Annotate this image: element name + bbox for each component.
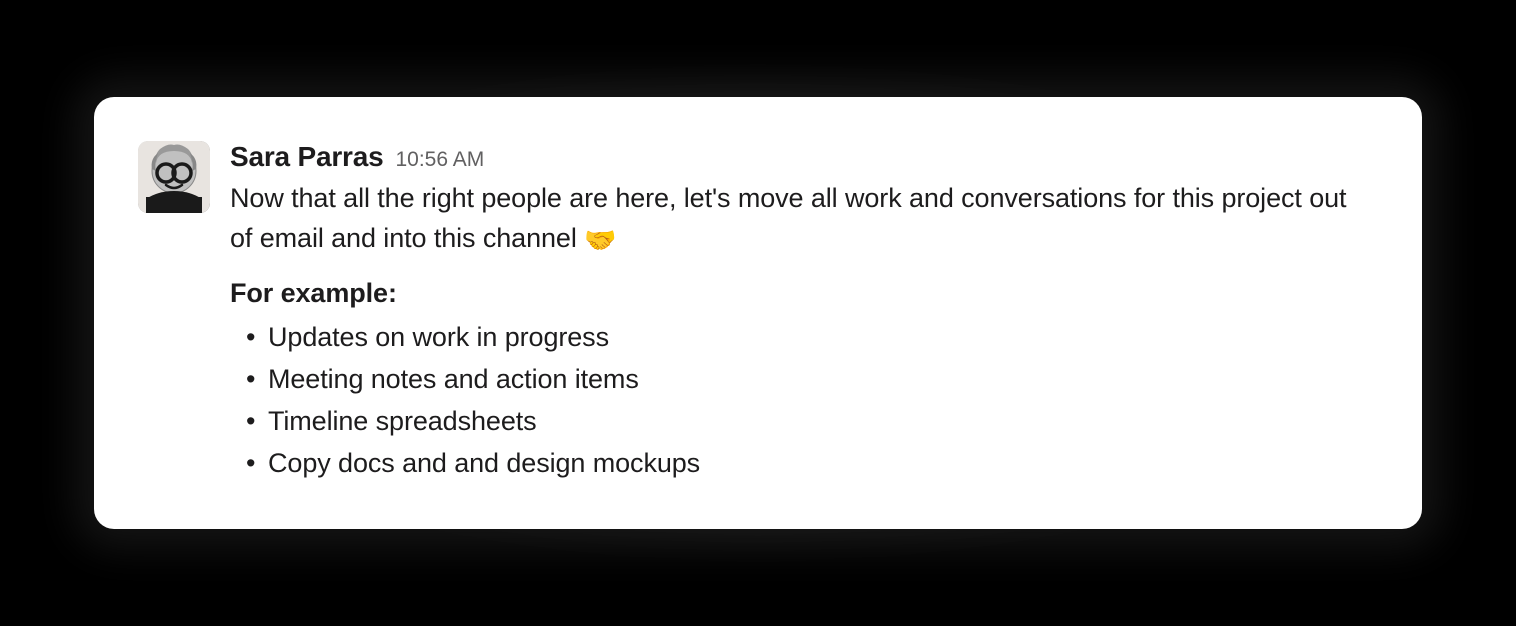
message-body: Now that all the right people are here, … xyxy=(230,179,1374,484)
examples-list: Updates on work in progress Meeting note… xyxy=(230,317,1374,484)
message-text-paragraph: Now that all the right people are here, … xyxy=(230,179,1374,259)
avatar[interactable] xyxy=(138,141,210,213)
message-header: Sara Parras 10:56 AM xyxy=(230,141,1374,173)
examples-label: For example: xyxy=(230,274,1374,313)
handshake-emoji-icon: 🤝 xyxy=(584,222,616,260)
author-name[interactable]: Sara Parras xyxy=(230,141,383,173)
avatar-image-icon xyxy=(138,141,210,213)
message-card: Sara Parras 10:56 AM Now that all the ri… xyxy=(94,97,1422,528)
list-item: Timeline spreadsheets xyxy=(268,401,1374,443)
message-content: Sara Parras 10:56 AM Now that all the ri… xyxy=(230,141,1374,484)
message-text: Now that all the right people are here, … xyxy=(230,183,1346,252)
list-item: Copy docs and and design mockups xyxy=(268,443,1374,485)
list-item: Meeting notes and action items xyxy=(268,359,1374,401)
list-item: Updates on work in progress xyxy=(268,317,1374,359)
timestamp[interactable]: 10:56 AM xyxy=(395,148,484,172)
